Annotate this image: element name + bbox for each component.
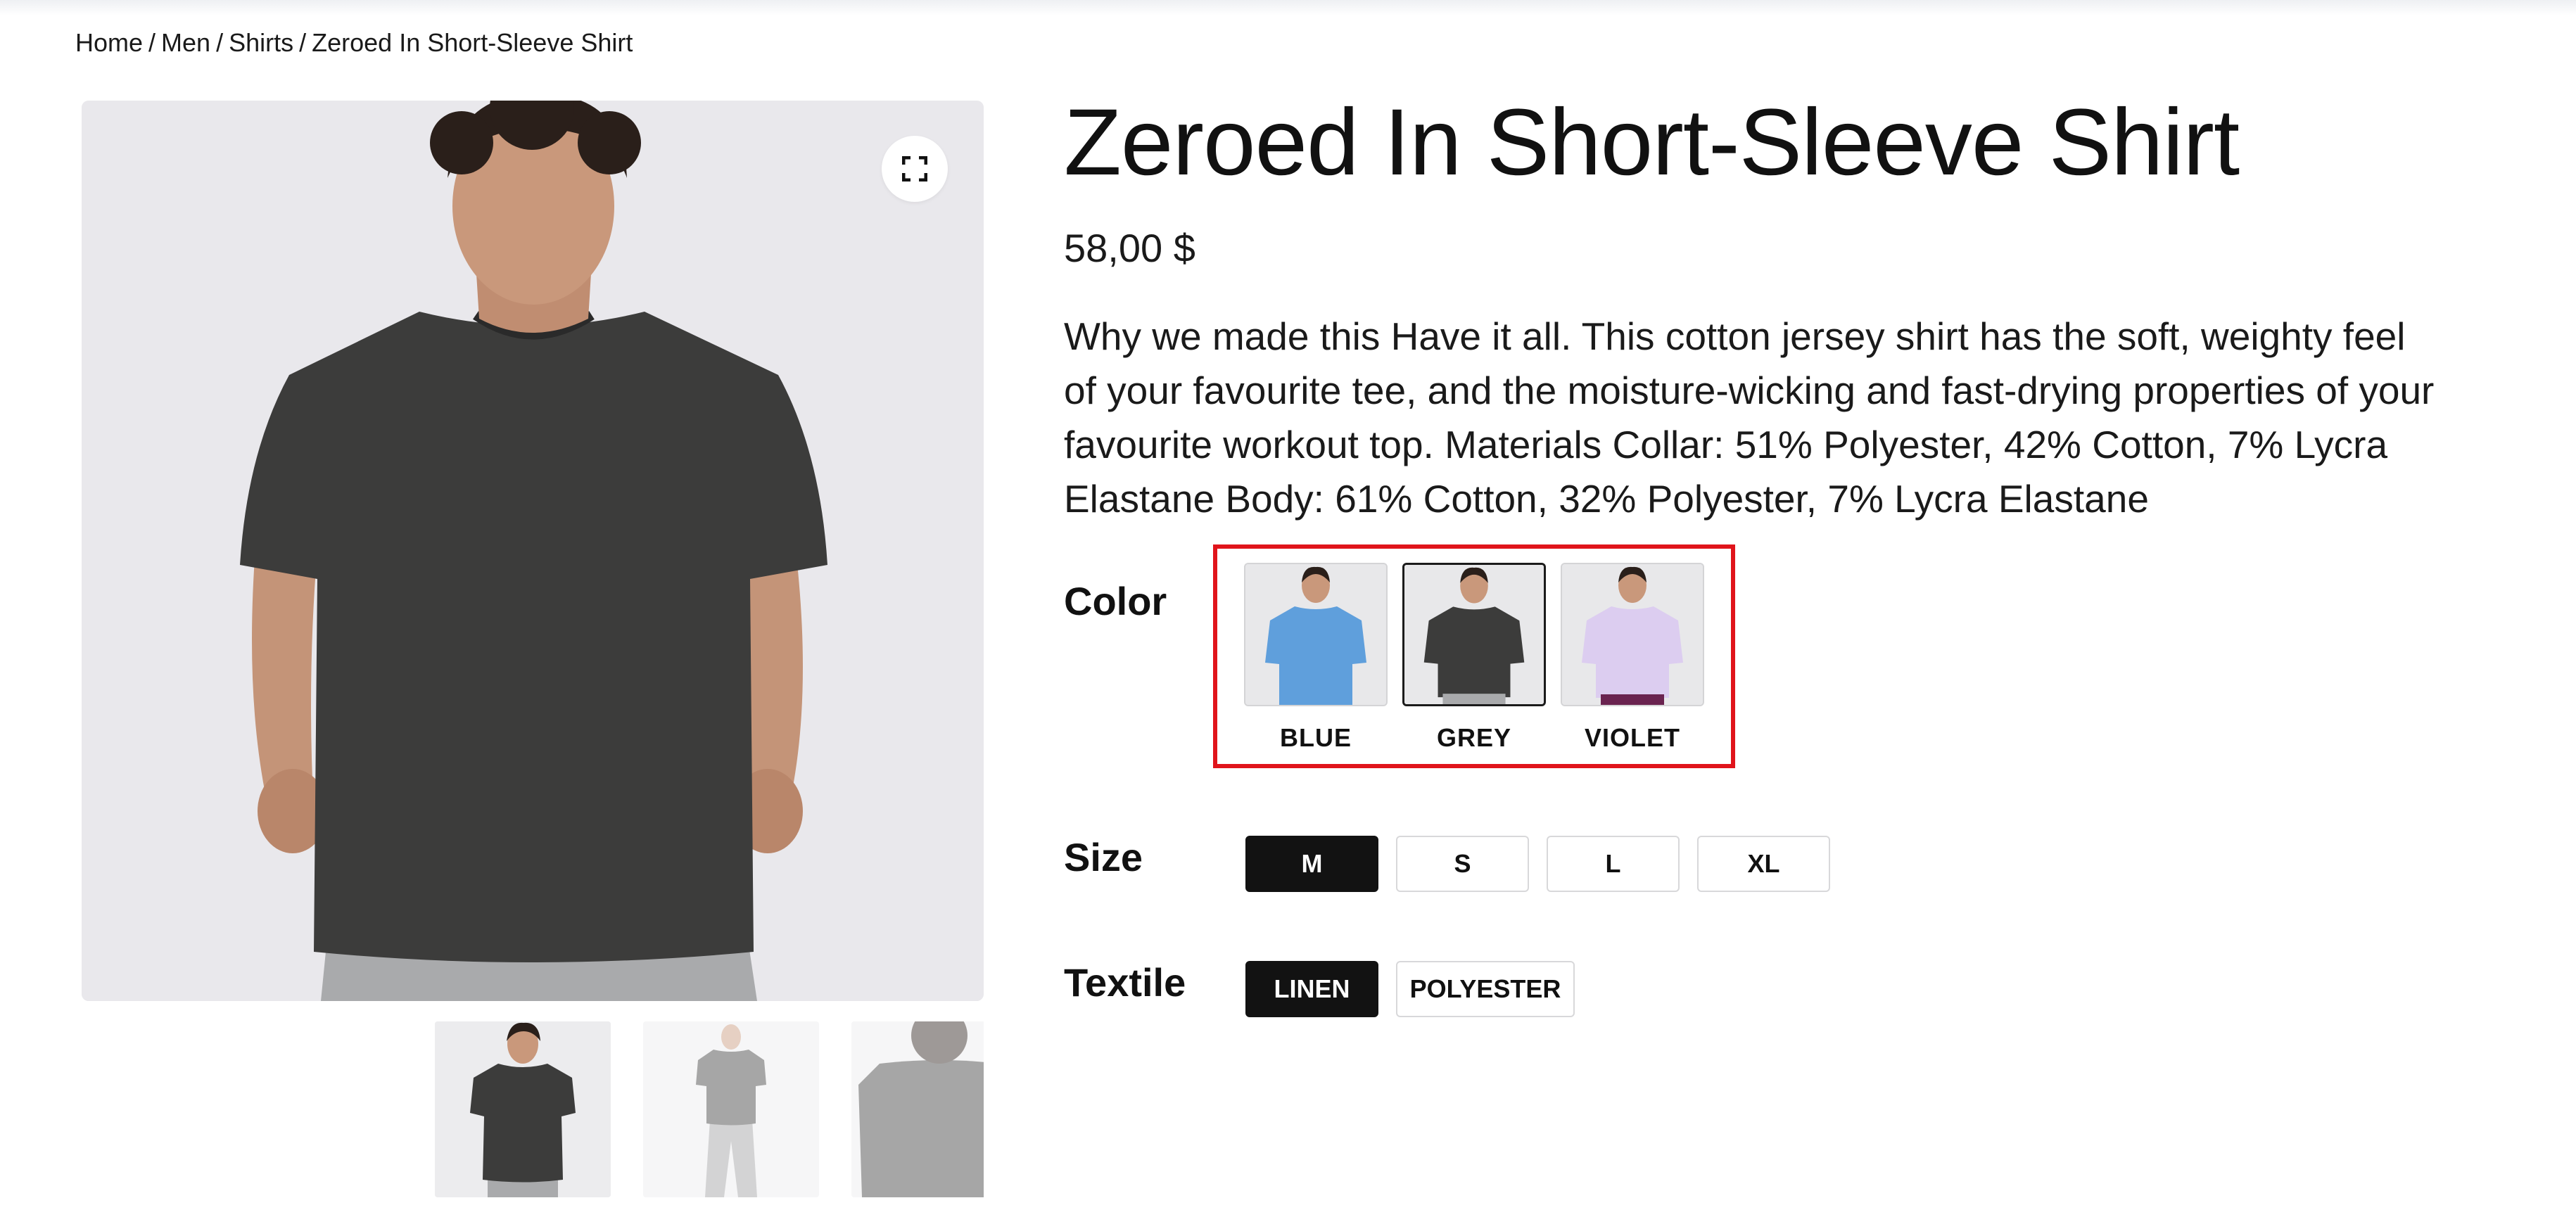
breadcrumb-separator: / [148, 28, 156, 57]
thumbnail-front-image [435, 1021, 611, 1197]
top-shade [0, 0, 2576, 15]
swatch-violet-image [1562, 564, 1703, 705]
textile-label: Textile [1064, 960, 1186, 1005]
color-label: Color [1064, 579, 1167, 623]
textile-option-polyester[interactable]: POLYESTER [1396, 961, 1575, 1017]
product-price: 58,00 $ [1064, 226, 1195, 270]
size-option-s[interactable]: S [1396, 836, 1529, 892]
breadcrumb-separator: / [216, 28, 224, 57]
breadcrumb-home[interactable]: Home [75, 28, 143, 57]
product-title: Zeroed In Short-Sleeve Shirt [1064, 90, 2240, 195]
color-swatch-blue[interactable] [1244, 563, 1388, 706]
size-option-xl[interactable]: XL [1697, 836, 1830, 892]
model-grey-shirt-illustration [82, 101, 984, 1001]
color-swatch-grey[interactable] [1402, 563, 1546, 706]
color-swatch-violet-label: VIOLET [1584, 723, 1680, 752]
size-label: Size [1064, 835, 1143, 879]
size-option-l[interactable]: L [1547, 836, 1680, 892]
breadcrumb-shirts[interactable]: Shirts [229, 28, 293, 57]
thumbnail-full-body[interactable] [643, 1021, 819, 1197]
breadcrumb-separator: / [299, 28, 307, 57]
breadcrumb-current: Zeroed In Short-Sleeve Shirt [312, 28, 633, 57]
thumbnail-back-image [851, 1021, 984, 1197]
color-swatch-blue-label: BLUE [1280, 723, 1352, 752]
thumbnail-full-body-image [643, 1021, 819, 1197]
size-option-m[interactable]: M [1245, 836, 1378, 892]
textile-option-linen[interactable]: LINEN [1245, 961, 1378, 1017]
expand-icon [902, 156, 927, 181]
swatch-grey-image [1404, 565, 1544, 704]
thumbnail-strip [435, 1021, 984, 1199]
main-product-image[interactable] [82, 101, 984, 1001]
breadcrumb-men[interactable]: Men [161, 28, 210, 57]
color-swatch-grey-label: GREY [1436, 723, 1512, 752]
fullscreen-button[interactable] [882, 136, 948, 202]
color-swatch-violet[interactable] [1561, 563, 1704, 706]
breadcrumb: Home / Men / Shirts / Zeroed In Short-Sleeve S… [75, 25, 633, 60]
thumbnail-back[interactable] [851, 1021, 984, 1197]
thumbnail-front[interactable] [435, 1021, 611, 1197]
swatch-blue-image [1245, 564, 1386, 705]
product-description: Why we made this Have it all. This cotto… [1064, 314, 2435, 521]
